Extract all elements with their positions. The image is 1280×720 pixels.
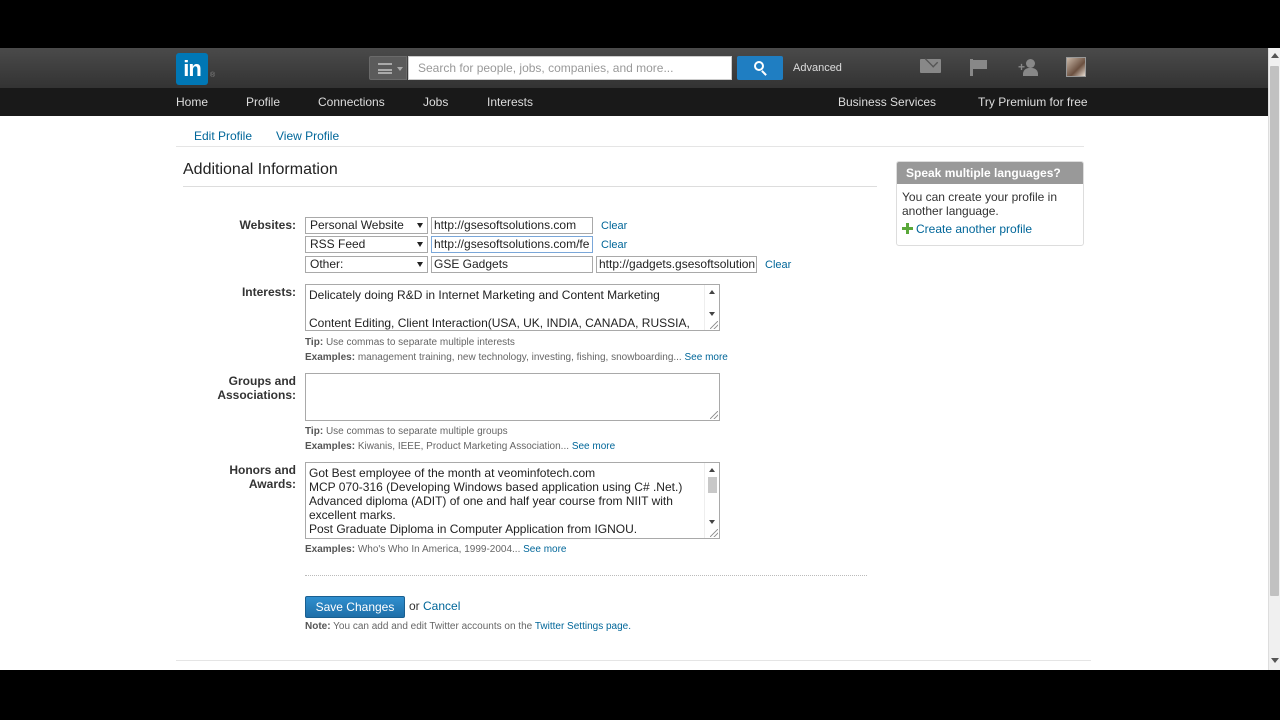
search-category-menu-button[interactable] xyxy=(369,56,407,80)
main-nav: Home Profile Connections Jobs Interests … xyxy=(0,88,1268,116)
browser-viewport: in ® Search for people, jobs, companies,… xyxy=(0,48,1280,670)
interests-see-more-link[interactable]: See more xyxy=(685,352,728,363)
flag-icon[interactable] xyxy=(970,59,987,76)
website-type-select-2[interactable]: RSS Feed xyxy=(305,236,428,253)
interests-examples: Examples: management training, new techn… xyxy=(305,352,728,363)
divider xyxy=(176,146,1084,147)
clear-website-2[interactable]: Clear xyxy=(601,239,627,251)
nav-home[interactable]: Home xyxy=(176,95,208,109)
interests-textarea[interactable]: Delicately doing R&D in Internet Marketi… xyxy=(305,284,720,331)
divider xyxy=(305,575,867,576)
tab-view-profile[interactable]: View Profile xyxy=(276,129,339,143)
nav-try-premium[interactable]: Try Premium for free xyxy=(978,95,1088,109)
honors-see-more-link[interactable]: See more xyxy=(523,544,566,555)
divider xyxy=(176,660,1091,661)
nav-connections[interactable]: Connections xyxy=(318,95,385,109)
divider xyxy=(183,186,877,187)
resize-handle[interactable] xyxy=(710,529,718,537)
create-another-profile-link[interactable]: Create another profile xyxy=(916,222,1032,236)
website-url-input-2[interactable]: http://gsesoftsolutions.com/fe xyxy=(431,236,593,253)
chevron-down-icon xyxy=(417,262,423,267)
honors-textarea[interactable]: Got Best employee of the month at veomin… xyxy=(305,462,720,539)
groups-see-more-link[interactable]: See more xyxy=(572,441,615,452)
chevron-down-icon xyxy=(417,223,423,228)
cancel-link[interactable]: Cancel xyxy=(423,599,460,613)
linkedin-logo[interactable]: in xyxy=(176,53,208,85)
groups-label: Groups and Associations: xyxy=(217,374,296,402)
promo-title: Speak multiple languages? xyxy=(897,162,1083,184)
scroll-down-icon[interactable] xyxy=(709,312,715,316)
website-type-select-3[interactable]: Other: xyxy=(305,256,428,273)
languages-promo-box: Speak multiple languages? You can create… xyxy=(896,161,1084,246)
logo-registered-mark: ® xyxy=(210,72,216,79)
clear-website-1[interactable]: Clear xyxy=(601,220,627,232)
scroll-up-icon[interactable] xyxy=(709,290,715,294)
website-url-input-3[interactable]: http://gadgets.gsesoftsolution xyxy=(596,256,757,273)
resize-handle[interactable] xyxy=(710,321,718,329)
nav-profile[interactable]: Profile xyxy=(246,95,280,109)
chevron-down-icon xyxy=(417,242,423,247)
menu-icon xyxy=(378,63,392,74)
scroll-thumb[interactable] xyxy=(708,477,717,493)
groups-tip: Tip: Use commas to separate multiple gro… xyxy=(305,426,508,437)
advanced-search-link[interactable]: Advanced xyxy=(793,62,842,74)
website-name-input-3[interactable]: GSE Gadgets xyxy=(431,256,593,273)
interests-tip: Tip: Use commas to separate multiple int… xyxy=(305,337,515,348)
mail-icon[interactable] xyxy=(920,59,941,73)
nav-jobs[interactable]: Jobs xyxy=(423,95,448,109)
plus-icon xyxy=(902,223,913,234)
nav-business-services[interactable]: Business Services xyxy=(838,95,936,109)
resize-handle[interactable] xyxy=(710,411,718,419)
twitter-note: Note: You can add and edit Twitter accou… xyxy=(305,621,631,632)
interests-label: Interests: xyxy=(241,285,296,299)
search-button[interactable] xyxy=(737,56,783,80)
avatar[interactable] xyxy=(1066,57,1086,77)
scroll-down-icon[interactable] xyxy=(1271,658,1279,663)
scroll-thumb[interactable] xyxy=(1270,66,1279,596)
clear-website-3[interactable]: Clear xyxy=(765,259,791,271)
scroll-up-icon[interactable] xyxy=(1271,53,1279,58)
section-title: Additional Information xyxy=(183,161,338,178)
tab-edit-profile[interactable]: Edit Profile xyxy=(194,129,252,143)
add-connection-icon[interactable]: + xyxy=(1018,59,1040,77)
twitter-settings-link[interactable]: Twitter Settings page. xyxy=(535,621,631,632)
groups-examples: Examples: Kiwanis, IEEE, Product Marketi… xyxy=(305,441,616,452)
page-scrollbar[interactable] xyxy=(1268,48,1280,670)
website-url-input-1[interactable]: http://gsesoftsolutions.com xyxy=(431,217,593,234)
top-bar: in ® Search for people, jobs, companies,… xyxy=(0,48,1268,88)
scroll-up-icon[interactable] xyxy=(709,468,715,472)
chevron-down-icon xyxy=(397,67,403,71)
or-text: or xyxy=(409,599,420,613)
website-type-select-1[interactable]: Personal Website xyxy=(305,217,428,234)
nav-interests[interactable]: Interests xyxy=(487,95,533,109)
textarea-scrollbar[interactable] xyxy=(704,463,719,538)
honors-label: Honors and Awards: xyxy=(229,463,296,491)
websites-label: Websites: xyxy=(239,218,296,232)
save-changes-button[interactable]: Save Changes xyxy=(305,596,405,618)
scroll-down-icon[interactable] xyxy=(709,520,715,524)
honors-examples: Examples: Who's Who In America, 1999-200… xyxy=(305,544,567,555)
promo-text: You can create your profile in another l… xyxy=(902,190,1057,218)
search-input[interactable]: Search for people, jobs, companies, and … xyxy=(408,56,732,80)
groups-textarea[interactable] xyxy=(305,373,720,421)
